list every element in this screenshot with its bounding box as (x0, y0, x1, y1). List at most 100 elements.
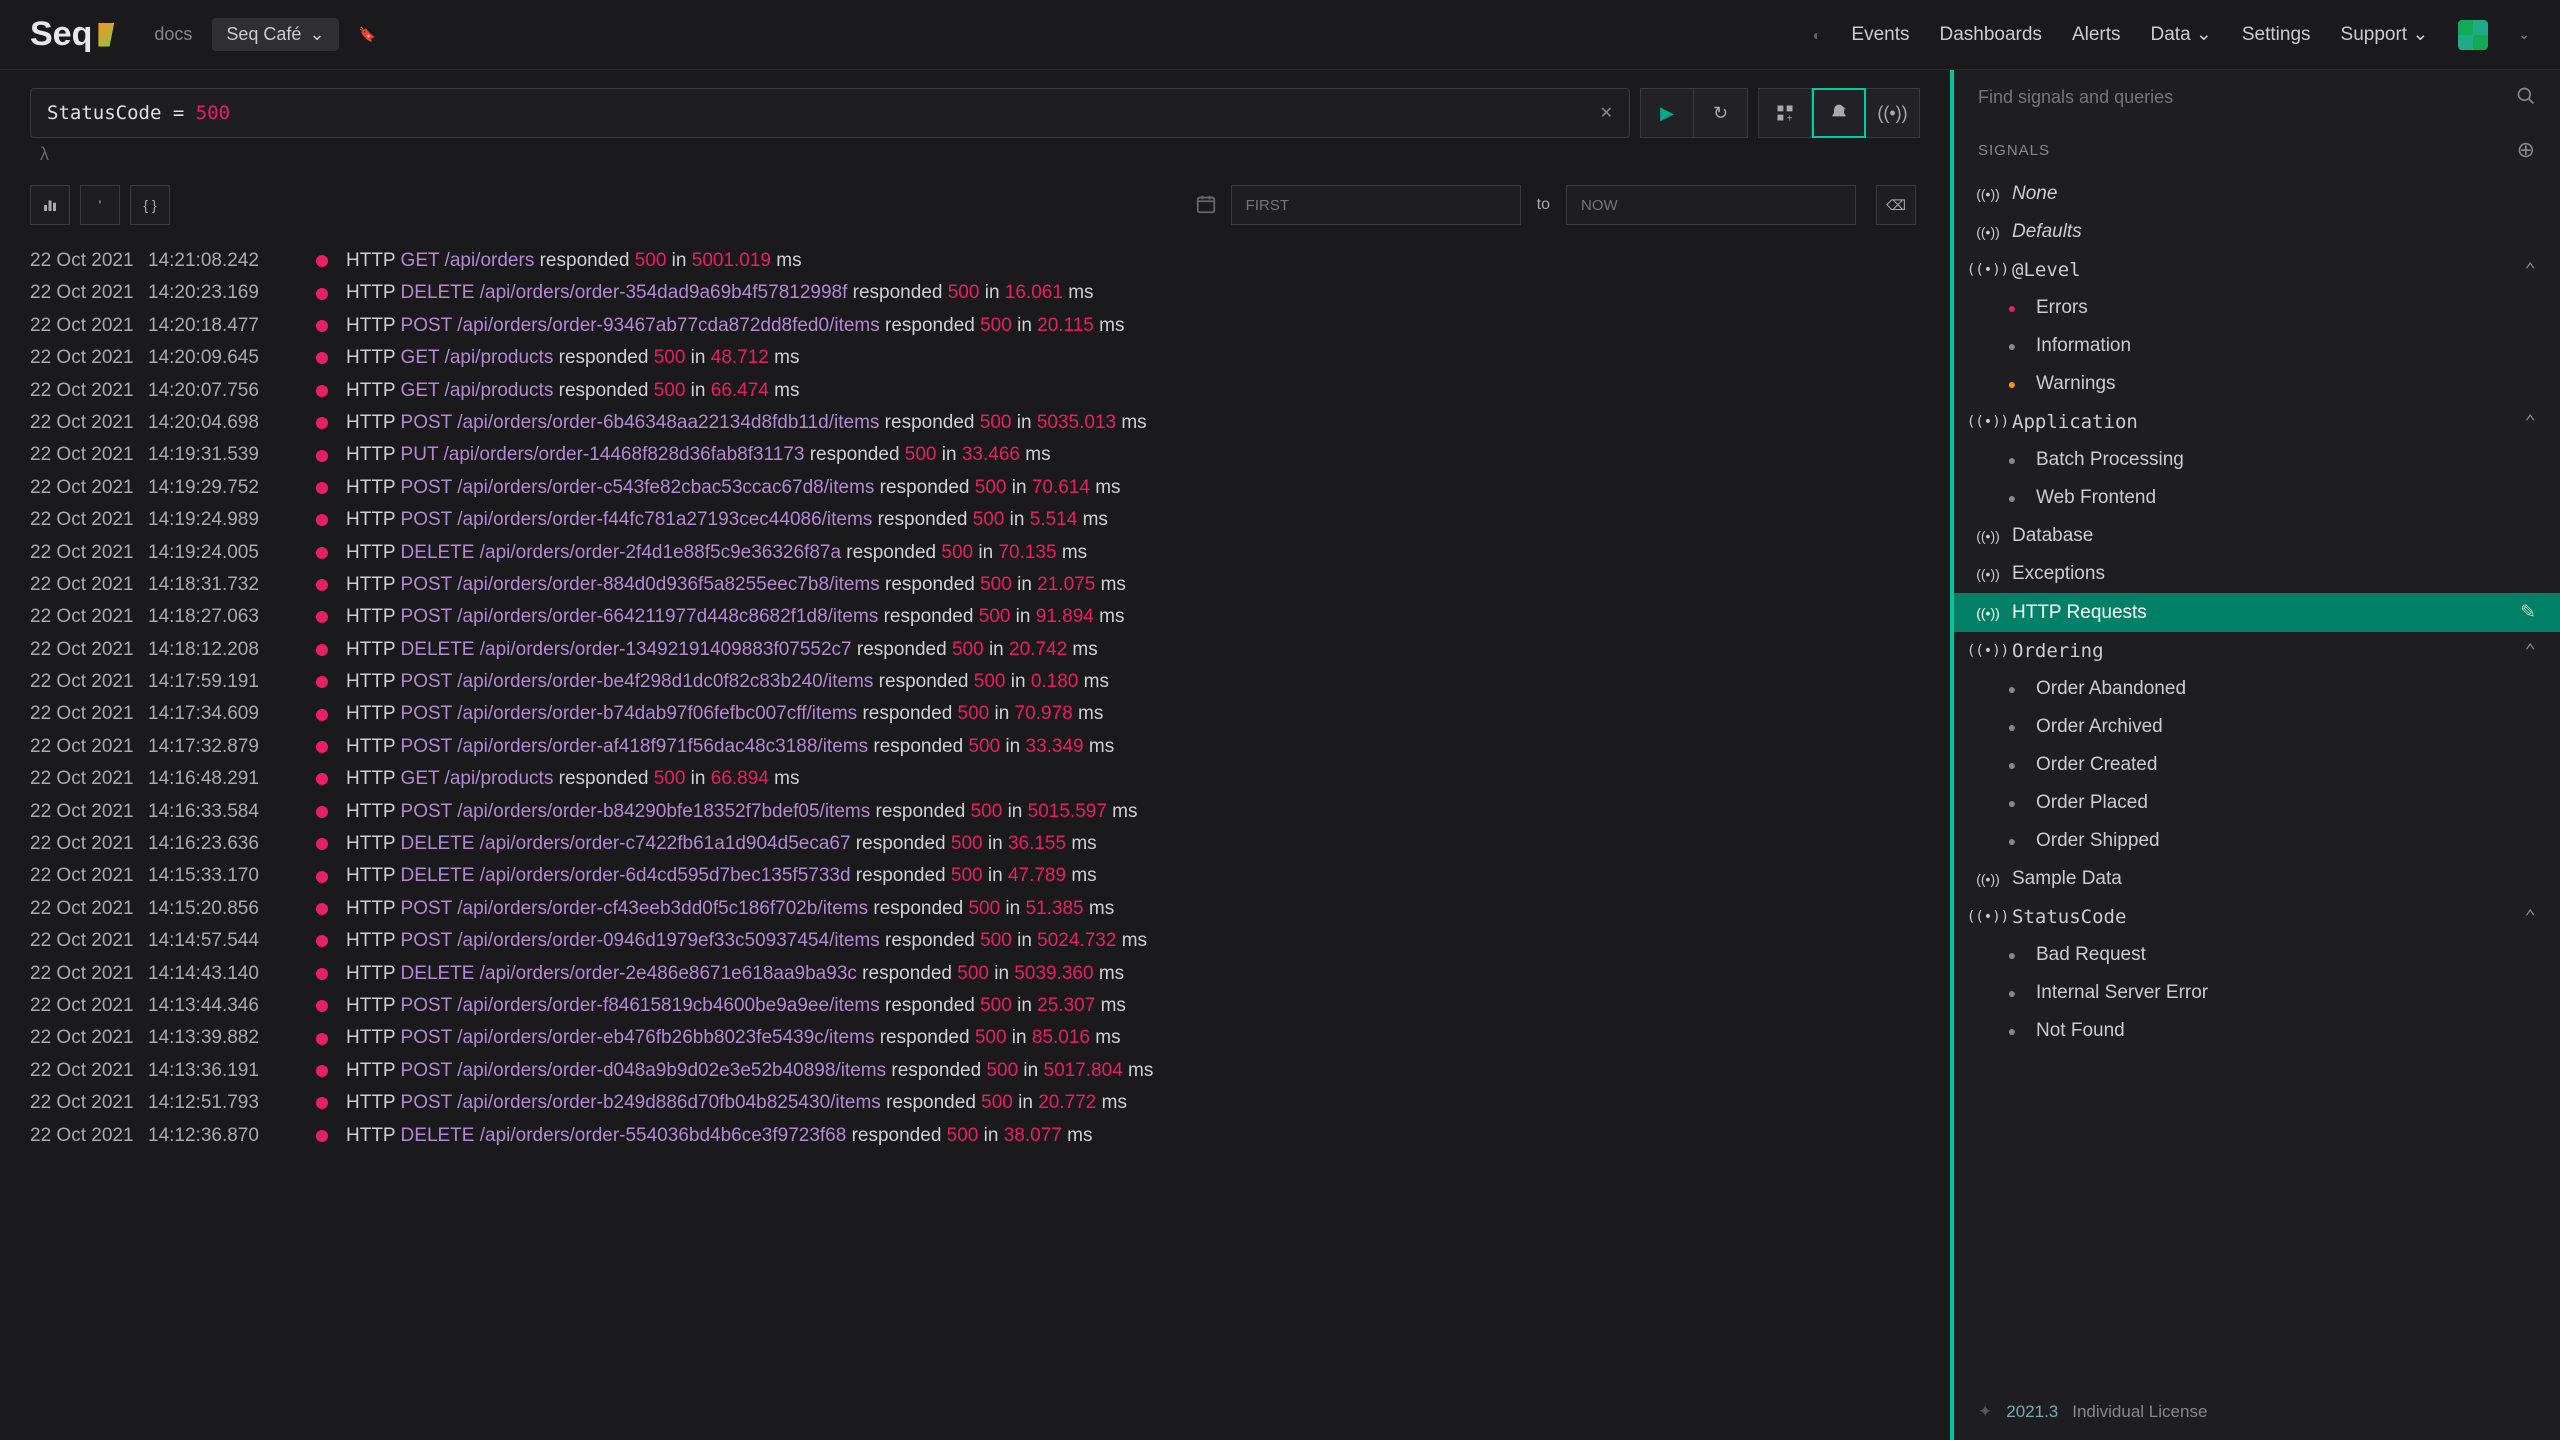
signal-sub-item[interactable]: ●Batch Processing (1954, 441, 2560, 479)
event-row[interactable]: 22 Oct 202114:13:39.882HTTP POST /api/or… (30, 1022, 1920, 1054)
date-to-input[interactable] (1566, 185, 1856, 225)
add-alert-button[interactable]: + (1812, 88, 1866, 138)
signal-item[interactable]: ((•))Ordering⌃ (1954, 632, 2560, 670)
signal-sub-item[interactable]: ●Errors (1954, 289, 2560, 327)
search-icon[interactable] (2516, 86, 2536, 109)
lambda-indicator[interactable]: λ (30, 138, 1920, 171)
bookmark-icon[interactable]: 🔖 (359, 26, 376, 43)
signal-label: Order Placed (2036, 792, 2148, 814)
event-date: 22 Oct 2021 (30, 991, 130, 1021)
chevron-up-icon[interactable]: ⌃ (2525, 640, 2536, 662)
search-box[interactable]: StatusCode = 500 ✕ (30, 88, 1630, 138)
event-row[interactable]: 22 Oct 202114:15:33.170HTTP DELETE /api/… (30, 860, 1920, 892)
signal-item[interactable]: ((•))Application⌃ (1954, 403, 2560, 441)
event-row[interactable]: 22 Oct 202114:17:59.191HTTP POST /api/or… (30, 666, 1920, 698)
signal-sub-item[interactable]: ●Order Placed (1954, 784, 2560, 822)
event-row[interactable]: 22 Oct 202114:19:24.989HTTP POST /api/or… (30, 504, 1920, 536)
avatar[interactable] (2458, 20, 2488, 50)
event-row[interactable]: 22 Oct 202114:20:23.169HTTP DELETE /api/… (30, 277, 1920, 309)
chevron-up-icon[interactable]: ⌃ (2525, 411, 2536, 433)
event-message: HTTP POST /api/orders/order-f84615819cb4… (346, 991, 1126, 1021)
workspace-dropdown[interactable]: Seq Café ⌄ (212, 18, 338, 51)
event-row[interactable]: 22 Oct 202114:19:24.005HTTP DELETE /api/… (30, 537, 1920, 569)
signal-sub-item[interactable]: ●Bad Request (1954, 936, 2560, 974)
signal-item[interactable]: ((•))Defaults (1954, 213, 2560, 251)
signals-search-input[interactable] (1978, 87, 2516, 108)
braces-button[interactable]: { } (130, 185, 170, 225)
event-time: 14:19:24.005 (148, 538, 298, 568)
signal-sub-item[interactable]: ●Information (1954, 327, 2560, 365)
signal-sub-item[interactable]: ●Warnings (1954, 365, 2560, 403)
event-row[interactable]: 22 Oct 202114:20:04.698HTTP POST /api/or… (30, 407, 1920, 439)
bullet-icon: ● (2002, 985, 2022, 1001)
event-row[interactable]: 22 Oct 202114:15:20.856HTTP POST /api/or… (30, 893, 1920, 925)
theme-icon[interactable]: ◐ (1813, 27, 1821, 43)
event-row[interactable]: 22 Oct 202114:13:36.191HTTP POST /api/or… (30, 1055, 1920, 1087)
tick-button[interactable]: ' (80, 185, 120, 225)
event-row[interactable]: 22 Oct 202114:16:33.584HTTP POST /api/or… (30, 796, 1920, 828)
event-row[interactable]: 22 Oct 202114:20:09.645HTTP GET /api/pro… (30, 342, 1920, 374)
event-row[interactable]: 22 Oct 202114:19:29.752HTTP POST /api/or… (30, 472, 1920, 504)
signal-item[interactable]: ((•))Database (1954, 517, 2560, 555)
nav-data[interactable]: Data ⌄ (2151, 23, 2212, 46)
add-signal-button[interactable]: ⊕ (2517, 137, 2536, 163)
nav-dashboards[interactable]: Dashboards (1939, 24, 2041, 46)
event-row[interactable]: 22 Oct 202114:12:36.870HTTP DELETE /api/… (30, 1120, 1920, 1152)
event-row[interactable]: 22 Oct 202114:17:34.609HTTP POST /api/or… (30, 698, 1920, 730)
signal-sub-item[interactable]: ●Web Frontend (1954, 479, 2560, 517)
nav-alerts[interactable]: Alerts (2072, 24, 2121, 46)
event-row[interactable]: 22 Oct 202114:13:44.346HTTP POST /api/or… (30, 990, 1920, 1022)
event-row[interactable]: 22 Oct 202114:18:12.208HTTP DELETE /api/… (30, 634, 1920, 666)
refresh-button[interactable]: ↻ (1694, 88, 1748, 138)
clear-dates-button[interactable]: ⌫ (1876, 185, 1916, 225)
calendar-icon[interactable] (1195, 193, 1217, 218)
signal-icon: ((•)) (1978, 262, 1998, 278)
signal-icon: ((•)) (1978, 224, 1998, 240)
signal-item[interactable]: ((•))Exceptions (1954, 555, 2560, 593)
edit-icon[interactable]: ✎ (2520, 601, 2536, 624)
chevron-up-icon[interactable]: ⌃ (2525, 259, 2536, 281)
event-row[interactable]: 22 Oct 202114:20:18.477HTTP POST /api/or… (30, 310, 1920, 342)
event-row[interactable]: 22 Oct 202114:21:08.242HTTP GET /api/ord… (30, 245, 1920, 277)
signal-item[interactable]: ((•))HTTP Requests✎ (1954, 593, 2560, 632)
date-from-input[interactable] (1231, 185, 1521, 225)
event-row[interactable]: 22 Oct 202114:20:07.756HTTP GET /api/pro… (30, 375, 1920, 407)
docs-link[interactable]: docs (154, 24, 192, 45)
stream-button[interactable]: ((•)) (1866, 88, 1920, 138)
signal-sub-item[interactable]: ●Order Shipped (1954, 822, 2560, 860)
signal-sub-item[interactable]: ●Not Found (1954, 1012, 2560, 1050)
nav-settings[interactable]: Settings (2242, 24, 2311, 46)
chevron-up-icon[interactable]: ⌃ (2525, 906, 2536, 928)
signal-sub-item[interactable]: ●Order Abandoned (1954, 670, 2560, 708)
event-row[interactable]: 22 Oct 202114:14:57.544HTTP POST /api/or… (30, 925, 1920, 957)
chevron-down-icon[interactable]: ⌄ (2518, 26, 2530, 43)
chart-button[interactable] (30, 185, 70, 225)
signal-label: HTTP Requests (2012, 602, 2147, 624)
signal-item[interactable]: ((•))None (1954, 175, 2560, 213)
level-dot-icon (316, 709, 328, 721)
event-row[interactable]: 22 Oct 202114:14:43.140HTTP DELETE /api/… (30, 958, 1920, 990)
event-row[interactable]: 22 Oct 202114:16:23.636HTTP DELETE /api/… (30, 828, 1920, 860)
event-row[interactable]: 22 Oct 202114:18:27.063HTTP POST /api/or… (30, 601, 1920, 633)
signal-item[interactable]: ((•))Sample Data (1954, 860, 2560, 898)
signal-item[interactable]: ((•))@Level⌃ (1954, 251, 2560, 289)
event-row[interactable]: 22 Oct 202114:12:51.793HTTP POST /api/or… (30, 1087, 1920, 1119)
signal-sub-item[interactable]: ●Internal Server Error (1954, 974, 2560, 1012)
logo[interactable]: Seq (30, 15, 114, 54)
signal-item[interactable]: ((•))StatusCode⌃ (1954, 898, 2560, 936)
nav-events[interactable]: Events (1851, 24, 1909, 46)
event-row[interactable]: 22 Oct 202114:19:31.539HTTP PUT /api/ord… (30, 439, 1920, 471)
signal-sub-item[interactable]: ●Order Archived (1954, 708, 2560, 746)
nav-support[interactable]: Support ⌄ (2341, 23, 2429, 46)
run-button[interactable]: ▶ (1640, 88, 1694, 138)
clear-search-icon[interactable]: ✕ (1600, 103, 1613, 123)
signal-icon: ((•)) (1978, 643, 1998, 659)
signal-label: Information (2036, 335, 2131, 357)
add-dashboard-button[interactable]: + (1758, 88, 1812, 138)
signal-sub-item[interactable]: ●Order Created (1954, 746, 2560, 784)
event-row[interactable]: 22 Oct 202114:17:32.879HTTP POST /api/or… (30, 731, 1920, 763)
event-row[interactable]: 22 Oct 202114:16:48.291HTTP GET /api/pro… (30, 763, 1920, 795)
event-row[interactable]: 22 Oct 202114:18:31.732HTTP POST /api/or… (30, 569, 1920, 601)
search-input[interactable]: StatusCode = 500 (47, 102, 1600, 124)
event-message: HTTP PUT /api/orders/order-14468f828d36f… (346, 440, 1051, 470)
